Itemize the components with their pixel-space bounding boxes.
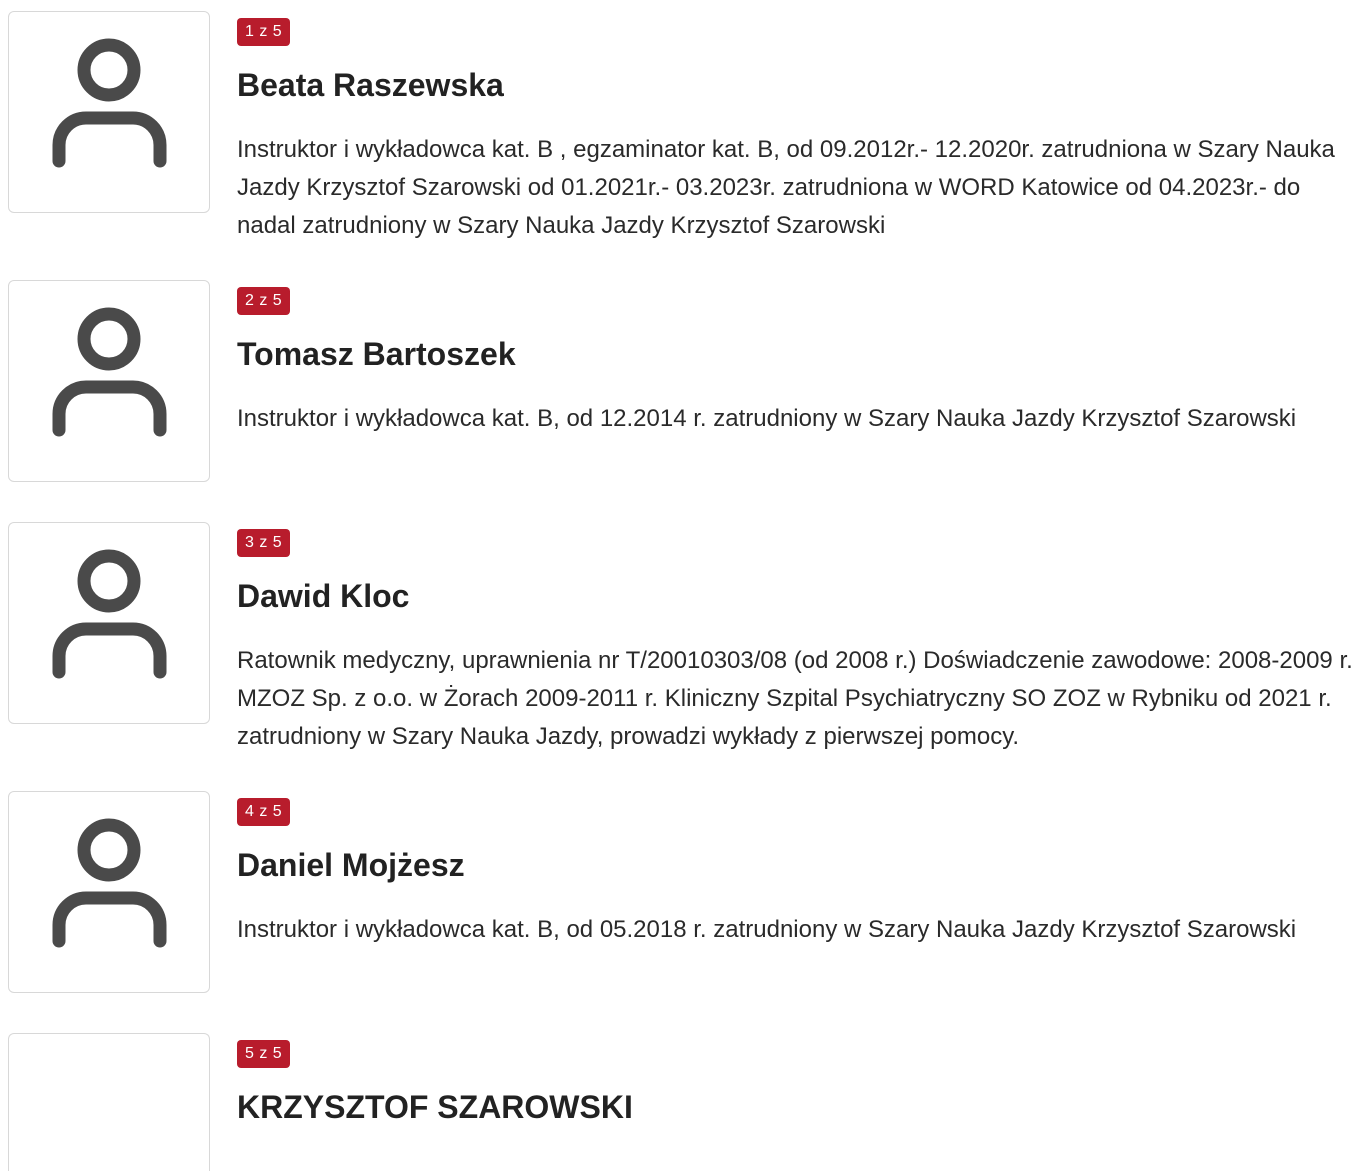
member-name: Beata Raszewska [237, 67, 504, 103]
avatar [8, 11, 210, 213]
member-name: Tomasz Bartoszek [237, 336, 516, 372]
member-description: Ratownik medyczny, uprawnienia nr T/2001… [237, 647, 1353, 750]
avatar [8, 791, 210, 993]
team-member-card: 4 z 5 Daniel Mojżesz Instruktor i wykład… [0, 791, 1359, 996]
member-content: 2 z 5 Tomasz Bartoszek Instruktor i wykł… [237, 287, 1355, 438]
user-placeholder-icon [52, 818, 167, 948]
user-placeholder-icon [52, 38, 167, 168]
position-badge: 2 z 5 [237, 287, 291, 315]
member-content: 1 z 5 Beata Raszewska Instruktor i wykła… [237, 18, 1355, 245]
avatar [8, 1033, 210, 1171]
position-badge: 3 z 5 [237, 529, 291, 557]
member-description: Instruktor i wykładowca kat. B, od 12.20… [237, 405, 1297, 432]
member-description: Instruktor i wykładowca kat. B , egzamin… [237, 136, 1335, 239]
team-list: 1 z 5 Beata Raszewska Instruktor i wykła… [0, 0, 1359, 1171]
member-name: Daniel Mojżesz [237, 847, 465, 883]
position-badge: 5 z 5 [237, 1040, 291, 1068]
avatar [8, 280, 210, 482]
team-member-card: 1 z 5 Beata Raszewska Instruktor i wykła… [0, 11, 1359, 251]
team-member-card: 2 z 5 Tomasz Bartoszek Instruktor i wykł… [0, 280, 1359, 485]
position-badge: 4 z 5 [237, 798, 291, 826]
member-content: 3 z 5 Dawid Kloc Ratownik medyczny, upra… [237, 529, 1355, 756]
avatar [8, 522, 210, 724]
user-placeholder-icon [52, 307, 167, 437]
team-member-card: 3 z 5 Dawid Kloc Ratownik medyczny, upra… [0, 522, 1359, 762]
position-badge: 1 z 5 [237, 18, 291, 46]
user-placeholder-icon [52, 549, 167, 679]
team-member-card: 5 z 5 KRZYSZTOF SZAROWSKI [0, 1033, 1359, 1171]
member-content: 4 z 5 Daniel Mojżesz Instruktor i wykład… [237, 798, 1355, 949]
member-name: Dawid Kloc [237, 578, 410, 614]
member-description: Instruktor i wykładowca kat. B, od 05.20… [237, 916, 1297, 943]
member-name: KRZYSZTOF SZAROWSKI [237, 1089, 633, 1125]
member-content: 5 z 5 KRZYSZTOF SZAROWSKI [237, 1040, 1355, 1126]
